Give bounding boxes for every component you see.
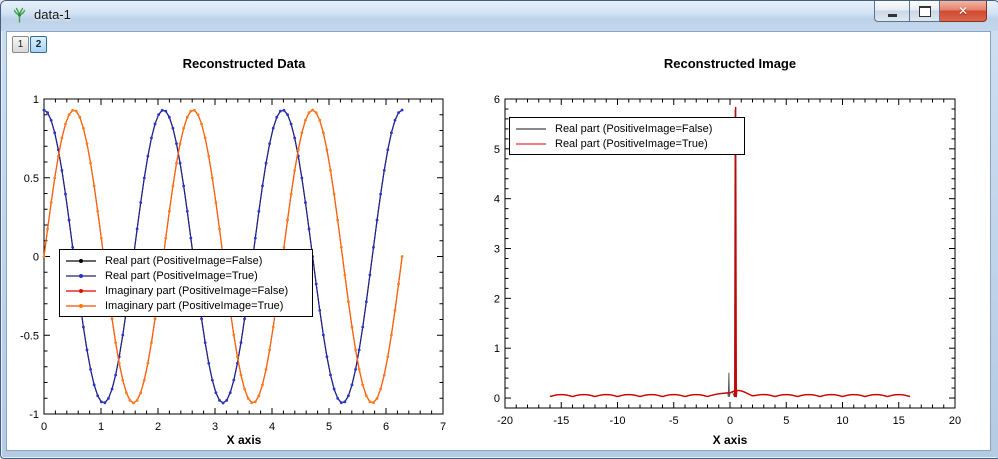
close-icon: ✕ bbox=[958, 5, 968, 17]
svg-text:5: 5 bbox=[326, 421, 332, 433]
legend-item: Imaginary part (PositiveImage=True) bbox=[66, 298, 306, 313]
svg-text:15: 15 bbox=[893, 415, 905, 427]
svg-text:-1: -1 bbox=[29, 409, 39, 421]
svg-text:7: 7 bbox=[440, 421, 446, 433]
window-title: data-1 bbox=[34, 7, 71, 22]
svg-text:2: 2 bbox=[494, 293, 500, 305]
svg-text:0: 0 bbox=[494, 393, 500, 405]
maximize-button[interactable] bbox=[909, 1, 940, 22]
app-window: data-1 ✕ 1 2 Reconstructed Data Reconstr… bbox=[0, 0, 998, 459]
svg-text:3: 3 bbox=[494, 244, 500, 256]
left-x-axis-label: X axis bbox=[44, 433, 444, 447]
svg-text:0: 0 bbox=[41, 421, 47, 433]
minimize-button[interactable] bbox=[874, 1, 909, 22]
legend-label: Real part (PositiveImage=True) bbox=[555, 138, 708, 150]
svg-text:-10: -10 bbox=[610, 415, 626, 427]
tab-page-1[interactable]: 1 bbox=[12, 36, 29, 53]
svg-text:0: 0 bbox=[33, 252, 39, 264]
close-button[interactable]: ✕ bbox=[940, 1, 987, 22]
right-plot-title: Reconstructed Image bbox=[500, 56, 960, 71]
window-controls: ✕ bbox=[874, 1, 987, 22]
client-area: 1 2 Reconstructed Data Reconstructed Ima… bbox=[6, 31, 991, 451]
svg-text:6: 6 bbox=[494, 94, 500, 106]
svg-text:-20: -20 bbox=[497, 415, 513, 427]
tab-page-2[interactable]: 2 bbox=[30, 36, 47, 53]
legend-line-sample bbox=[516, 124, 546, 134]
svg-text:6: 6 bbox=[383, 421, 389, 433]
svg-text:-15: -15 bbox=[553, 415, 569, 427]
right-x-axis-label: X axis bbox=[500, 433, 960, 447]
svg-text:-0.5: -0.5 bbox=[20, 330, 39, 342]
svg-text:2: 2 bbox=[155, 421, 161, 433]
svg-text:0.5: 0.5 bbox=[24, 173, 39, 185]
svg-text:5: 5 bbox=[494, 144, 500, 156]
legend-label: Imaginary part (PositiveImage=False) bbox=[105, 285, 288, 297]
legend-item: Imaginary part (PositiveImage=False) bbox=[66, 283, 306, 298]
maximize-icon bbox=[919, 6, 931, 17]
legend-line-sample bbox=[516, 139, 546, 149]
svg-text:4: 4 bbox=[494, 194, 500, 206]
legend-item: Real part (PositiveImage=False) bbox=[66, 253, 306, 268]
mantis-icon bbox=[11, 7, 28, 24]
legend-line-sample bbox=[66, 256, 96, 266]
right-plot-legend: Real part (PositiveImage=False) Real part… bbox=[509, 117, 745, 155]
legend-label: Real part (PositiveImage=True) bbox=[105, 270, 258, 282]
legend-label: Real part (PositiveImage=False) bbox=[555, 123, 712, 135]
legend-label: Real part (PositiveImage=False) bbox=[105, 255, 262, 267]
left-plot-title: Reconstructed Data bbox=[44, 56, 444, 71]
svg-text:0: 0 bbox=[727, 415, 733, 427]
legend-item: Real part (PositiveImage=True) bbox=[66, 268, 306, 283]
legend-item: Real part (PositiveImage=False) bbox=[516, 121, 738, 136]
left-plot-legend: Real part (PositiveImage=False) Real part… bbox=[59, 249, 313, 317]
title-bar[interactable]: data-1 ✕ bbox=[1, 1, 998, 31]
legend-line-sample bbox=[66, 301, 96, 311]
legend-item: Real part (PositiveImage=True) bbox=[516, 136, 738, 151]
legend-line-sample bbox=[66, 271, 96, 281]
svg-text:1: 1 bbox=[494, 343, 500, 355]
svg-text:3: 3 bbox=[212, 421, 218, 433]
svg-text:-5: -5 bbox=[669, 415, 679, 427]
svg-text:20: 20 bbox=[949, 415, 961, 427]
minimize-icon bbox=[888, 14, 897, 17]
svg-text:1: 1 bbox=[33, 94, 39, 106]
legend-line-sample bbox=[66, 286, 96, 296]
svg-text:5: 5 bbox=[783, 415, 789, 427]
svg-text:1: 1 bbox=[98, 421, 104, 433]
svg-text:4: 4 bbox=[269, 421, 275, 433]
legend-label: Imaginary part (PositiveImage=True) bbox=[105, 300, 283, 312]
svg-text:10: 10 bbox=[836, 415, 848, 427]
